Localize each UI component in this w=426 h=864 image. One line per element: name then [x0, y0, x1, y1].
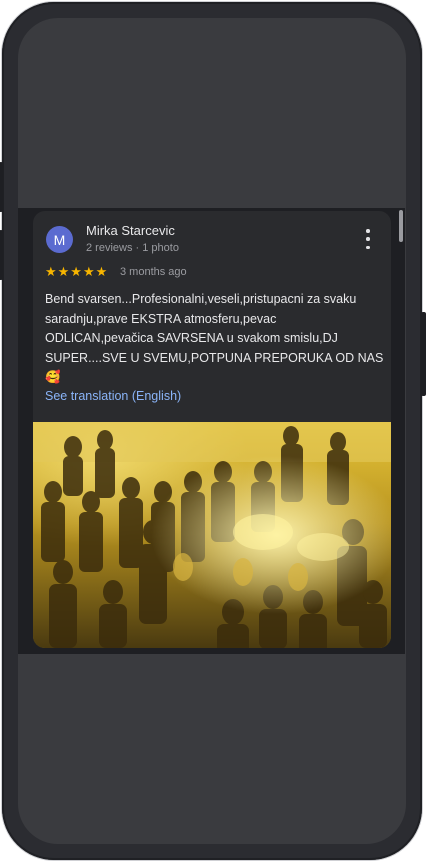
avatar[interactable]: M: [46, 226, 73, 253]
volume-up-button: [0, 162, 3, 212]
party-photo-image: [33, 422, 391, 648]
reviewer-name[interactable]: Mirka Starcevic: [86, 223, 175, 238]
review-card: M Mirka Starcevic 2 reviews · 1 photo ★★…: [33, 211, 391, 648]
volume-down-button: [0, 230, 3, 280]
scrollbar[interactable]: [399, 210, 403, 242]
star-rating: ★★★★★: [45, 264, 109, 279]
power-button: [421, 312, 426, 396]
review-text: Bend svarsen...Profesionalni,veseli,pris…: [45, 292, 384, 384]
see-translation-link[interactable]: See translation (English): [45, 389, 181, 403]
more-vert-icon[interactable]: [363, 229, 373, 249]
reviewer-meta: 2 reviews · 1 photo: [86, 242, 179, 254]
review-date: 3 months ago: [120, 266, 187, 278]
avatar-initial: M: [53, 231, 66, 248]
review-photo[interactable]: [33, 422, 391, 648]
